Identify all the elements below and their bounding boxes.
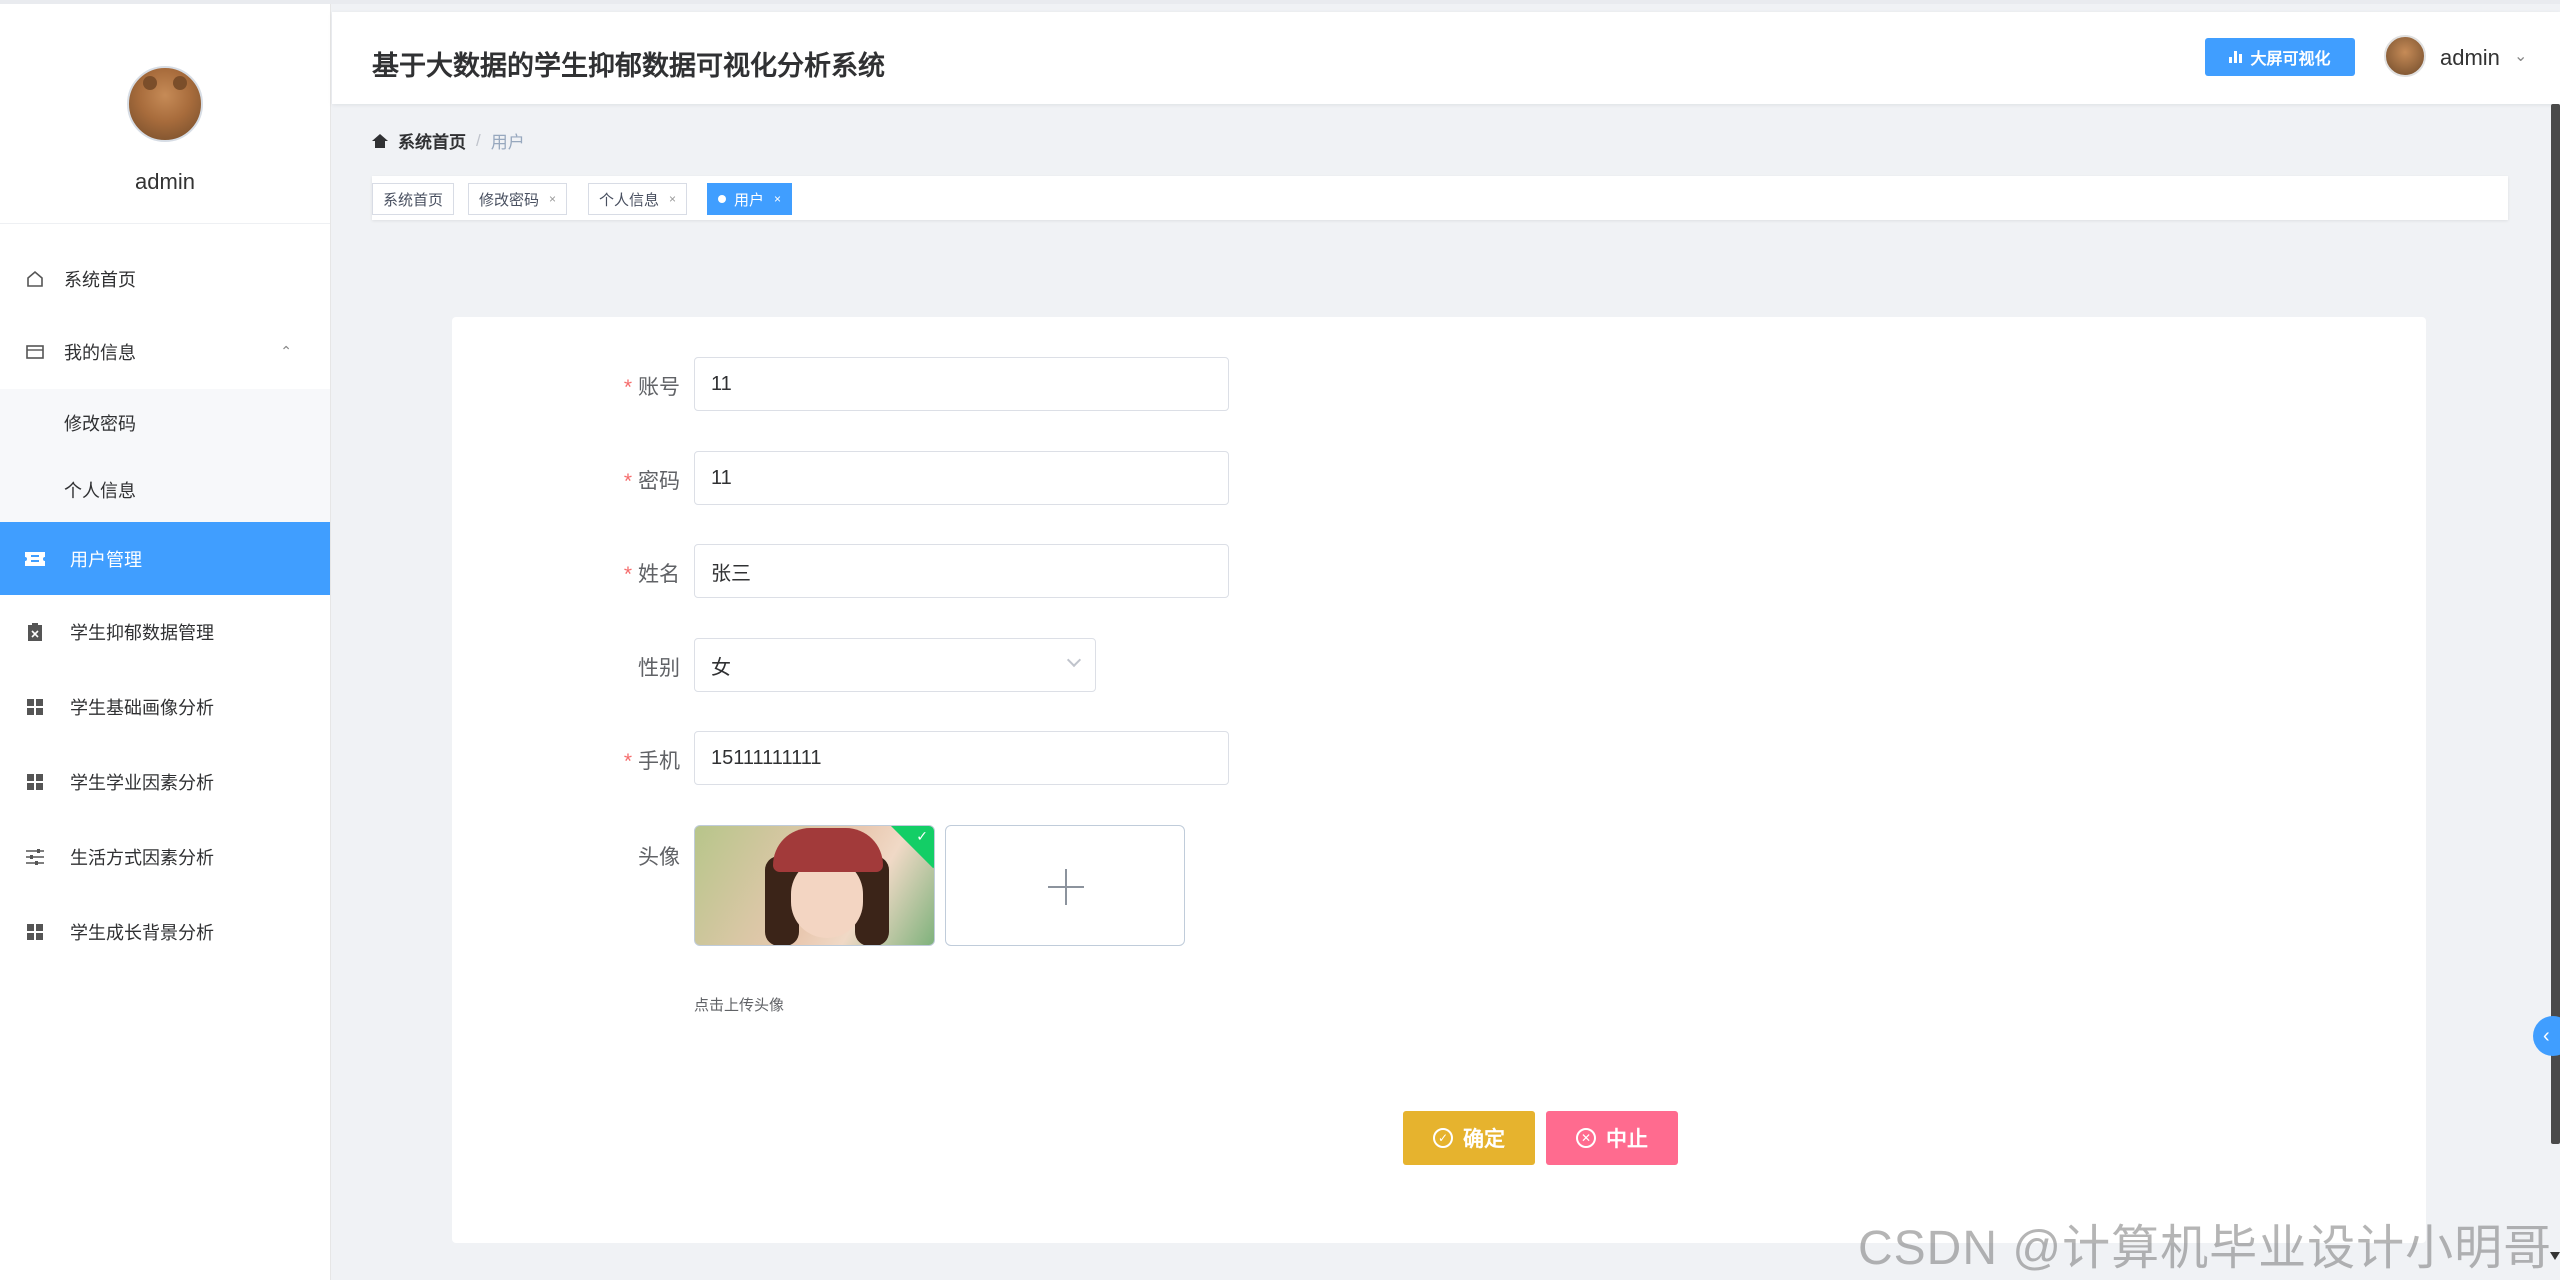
home-icon (24, 268, 46, 290)
tag-change-password[interactable]: 修改密码 × (468, 183, 568, 215)
tag-label: 修改密码 (479, 191, 540, 209)
sidebar-avatar[interactable] (127, 66, 203, 142)
home-icon (372, 133, 388, 148)
app-title: 基于大数据的学生抑郁数据可视化分析系统 (372, 51, 885, 81)
grid-icon (24, 771, 46, 793)
sidebar-profile: admin (0, 4, 330, 224)
avatar-upload-button[interactable] (945, 825, 1185, 946)
close-icon[interactable]: × (669, 192, 676, 206)
sidebar-item-basic-profile[interactable]: 学生基础画像分析 (0, 670, 330, 743)
top-header: 基于大数据的学生抑郁数据可视化分析系统 大屏可视化 admin ⌄ (332, 12, 2560, 104)
sidebar-item-label: 生活方式因素分析 (70, 847, 214, 868)
sidebar-item-academic-factors[interactable]: 学生学业因素分析 (0, 745, 330, 818)
breadcrumb-home[interactable]: 系统首页 (398, 128, 466, 153)
gender-select[interactable]: 女 (694, 638, 1096, 692)
big-screen-label: 大屏可视化 (2250, 51, 2331, 68)
chevron-up-icon: ⌃ (280, 343, 292, 359)
tag-label: 系统首页 (383, 191, 444, 209)
password-label: * 密码 (623, 470, 680, 493)
close-circle-icon: ✕ (1576, 1128, 1596, 1148)
sidebar-item-growth-background[interactable]: 学生成长背景分析 (0, 895, 330, 968)
tags-view: 系统首页 修改密码 × 个人信息 × 用户 × (372, 176, 2508, 220)
avatar[interactable] (2384, 35, 2426, 77)
tag-label: 用户 (734, 191, 765, 209)
big-screen-button[interactable]: 大屏可视化 (2205, 38, 2355, 76)
account-label: * 账号 (623, 376, 680, 399)
page-scrollbar[interactable] (2551, 104, 2560, 1144)
cancel-button[interactable]: ✕ 中止 (1546, 1111, 1678, 1165)
profile-card-icon (24, 341, 46, 363)
sidebar-item-label: 用户管理 (70, 549, 142, 570)
sidebar-item-label: 学生抑郁数据管理 (70, 622, 214, 643)
close-icon[interactable]: × (549, 192, 556, 206)
gender-label: 性别 (638, 657, 680, 680)
sidebar-item-label: 修改密码 (64, 413, 136, 434)
grid-icon (24, 696, 46, 718)
sidebar-item-label: 学生成长背景分析 (70, 922, 214, 943)
chevron-down-icon (1066, 652, 1082, 668)
password-input[interactable]: 11 (694, 451, 1229, 505)
sidebar-item-user-management[interactable]: 用户管理 (0, 522, 330, 595)
tag-label: 个人信息 (599, 191, 660, 209)
watermark: CSDN @计算机毕业设计小明哥 (1858, 1222, 2553, 1275)
close-icon[interactable]: × (774, 192, 781, 206)
sidebar-item-home[interactable]: 系统首页 (0, 242, 330, 315)
sidebar-username: admin (135, 169, 195, 194)
sidebar-item-depression-data[interactable]: 学生抑郁数据管理 (0, 595, 330, 668)
gender-value: 女 (711, 656, 731, 679)
grid-icon (24, 921, 46, 943)
user-menu-name[interactable]: admin (2440, 45, 2500, 71)
sidebar-subitem-change-password[interactable]: 修改密码 (0, 389, 330, 456)
sidebar-item-label: 系统首页 (64, 269, 136, 290)
tag-user[interactable]: 用户 × (707, 183, 793, 215)
sidebar: admin 系统首页 我的信息 ⌃ 修改密码 个人信息 用户管理 学生抑郁数据管… (0, 4, 331, 1280)
upload-tip: 点击上传头像 (694, 997, 785, 1014)
sidebar-item-label: 学生学业因素分析 (70, 772, 214, 793)
breadcrumb-separator: / (476, 130, 481, 150)
form-item-gender: 性别 女 (452, 638, 1152, 692)
name-label: * 姓名 (623, 563, 680, 586)
chevron-down-icon[interactable]: ⌄ (2514, 46, 2527, 66)
chevron-left-icon[interactable]: ‹ (2533, 1016, 2560, 1056)
submit-button[interactable]: ✓ 确定 (1403, 1111, 1535, 1165)
sidebar-item-label: 学生基础画像分析 (70, 697, 214, 718)
check-icon: ✓ (916, 828, 928, 844)
sidebar-item-my-info[interactable]: 我的信息 ⌃ (0, 315, 330, 388)
name-input[interactable]: 张三 (694, 544, 1229, 598)
breadcrumb: 系统首页 / 用户 (372, 128, 525, 153)
submit-label: 确定 (1463, 1128, 1505, 1151)
upload-success-badge (890, 826, 934, 869)
tag-home[interactable]: 系统首页 (372, 183, 455, 215)
sidebar-item-label: 我的信息 (64, 342, 136, 363)
account-input[interactable]: 11 (694, 357, 1229, 411)
sidebar-subitem-personal-info[interactable]: 个人信息 (0, 456, 330, 523)
ticket-icon (24, 548, 46, 570)
avatar-preview-image[interactable]: ✓ (694, 825, 935, 946)
bar-chart-icon (2229, 51, 2243, 63)
check-circle-icon: ✓ (1433, 1128, 1453, 1148)
user-form-card: * 账号 11 * 密码 11 * 姓名 张三 性别 女 * 手机 1511111111… (452, 317, 2426, 1243)
active-dot-icon (718, 195, 726, 203)
sidebar-item-label: 个人信息 (64, 480, 136, 501)
avatar-label: 头像 (638, 846, 680, 869)
phone-input[interactable]: 15111111111 (694, 731, 1229, 785)
breadcrumb-current: 用户 (490, 133, 525, 152)
phone-label: * 手机 (623, 750, 680, 773)
sliders-icon (24, 846, 46, 868)
cancel-label: 中止 (1606, 1128, 1648, 1151)
top-border (0, 0, 2560, 4)
sidebar-item-lifestyle-factors[interactable]: 生活方式因素分析 (0, 820, 330, 893)
tag-personal-info[interactable]: 个人信息 × (588, 183, 688, 215)
clipboard-icon (24, 621, 46, 643)
